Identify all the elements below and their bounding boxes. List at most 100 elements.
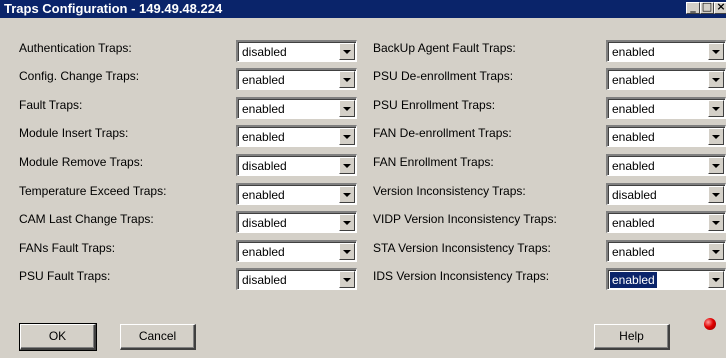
trap-label: Module Insert Traps: [19, 126, 129, 140]
trap-select-fans-fault[interactable]: enabled [236, 240, 357, 262]
trap-select-temperature-exceed[interactable]: enabled [236, 183, 357, 205]
trap-label: FAN De-enrollment Traps: [373, 126, 512, 140]
trap-select-fan-enrollment[interactable]: enabled [606, 154, 726, 176]
trap-row-ids-version-inconsistency: IDS Version Inconsistency Traps: enabled [360, 268, 726, 290]
maximize-button[interactable]: □ [700, 0, 714, 14]
chevron-down-icon [712, 250, 720, 254]
chevron-down-icon [343, 135, 351, 139]
cancel-button-label: Cancel [138, 329, 177, 343]
dropdown-button[interactable] [339, 157, 355, 174]
chevron-down-icon [712, 278, 720, 282]
trap-row-psu-de-enrollment: PSU De-enrollment Traps: enabled [360, 68, 726, 90]
trap-select-psu-de-enrollment[interactable]: enabled [606, 68, 726, 90]
chevron-down-icon [343, 278, 351, 282]
trap-label: STA Version Inconsistency Traps: [373, 241, 551, 255]
trap-select-value: enabled [612, 73, 655, 87]
trap-select-value: enabled [612, 102, 655, 116]
ok-button-label: OK [48, 329, 67, 343]
trap-select-version-inconsistency[interactable]: disabled [606, 183, 726, 205]
dropdown-button[interactable] [708, 43, 724, 60]
trap-label: Module Remove Traps: [19, 155, 144, 169]
trap-select-value: enabled [612, 45, 655, 59]
trap-select-ids-version-inconsistency[interactable]: enabled [606, 268, 726, 290]
chevron-down-icon [343, 50, 351, 54]
trap-label: Fault Traps: [19, 98, 83, 112]
trap-select-value: disabled [242, 216, 287, 230]
trap-label: Config. Change Traps: [19, 69, 140, 83]
trap-label: PSU Enrollment Traps: [373, 98, 496, 112]
dropdown-button[interactable] [708, 214, 724, 231]
trap-label: Authentication Traps: [19, 41, 132, 55]
dropdown-button[interactable] [339, 43, 355, 60]
trap-select-backup-agent-fault[interactable]: enabled [606, 40, 726, 62]
trap-select-value: disabled [612, 188, 657, 202]
status-led-icon [704, 318, 716, 330]
trap-select-fault[interactable]: enabled [236, 97, 357, 119]
dropdown-button[interactable] [339, 243, 355, 260]
trap-label: Temperature Exceed Traps: [19, 184, 167, 198]
dropdown-button[interactable] [708, 71, 724, 88]
dropdown-button[interactable] [339, 271, 355, 288]
trap-row-fan-enrollment: FAN Enrollment Traps: enabled [360, 154, 726, 176]
trap-row-backup-agent-fault: BackUp Agent Fault Traps: enabled [360, 40, 726, 62]
trap-label: VIDP Version Inconsistency Traps: [373, 212, 557, 226]
minimize-icon: _ [690, 0, 696, 13]
chevron-down-icon [343, 193, 351, 197]
dropdown-button[interactable] [708, 157, 724, 174]
cancel-button[interactable]: Cancel [120, 324, 196, 350]
trap-select-fan-de-enrollment[interactable]: enabled [606, 125, 726, 147]
chevron-down-icon [343, 221, 351, 225]
trap-label: Version Inconsistency Traps: [373, 184, 526, 198]
title-bar[interactable]: Traps Configuration - 149.49.48.224 _ □ … [0, 0, 726, 18]
dropdown-button[interactable] [339, 128, 355, 145]
trap-select-value: disabled [242, 159, 287, 173]
trap-row-version-inconsistency: Version Inconsistency Traps: disabled [360, 183, 726, 205]
trap-select-value: disabled [242, 45, 287, 59]
trap-select-value: enabled [242, 130, 285, 144]
trap-label: BackUp Agent Fault Traps: [373, 41, 516, 55]
chevron-down-icon [343, 164, 351, 168]
chevron-down-icon [343, 250, 351, 254]
chevron-down-icon [712, 193, 720, 197]
window-title: Traps Configuration - 149.49.48.224 [4, 1, 223, 16]
dropdown-button[interactable] [708, 100, 724, 117]
minimize-button[interactable]: _ [686, 0, 700, 14]
chevron-down-icon [712, 221, 720, 225]
trap-row-authentication: Authentication Traps: disabled [0, 40, 360, 62]
trap-select-module-insert[interactable]: enabled [236, 125, 357, 147]
help-button-label: Help [619, 329, 644, 343]
trap-row-fans-fault: FANs Fault Traps: enabled [0, 240, 360, 262]
trap-label: PSU Fault Traps: [19, 269, 111, 283]
trap-row-psu-fault: PSU Fault Traps: disabled [0, 268, 360, 290]
trap-select-cam-last-change[interactable]: disabled [236, 211, 357, 233]
trap-label: IDS Version Inconsistency Traps: [373, 269, 550, 283]
trap-label: CAM Last Change Traps: [19, 212, 154, 226]
trap-select-value: enabled [242, 245, 285, 259]
chevron-down-icon [343, 78, 351, 82]
dropdown-button[interactable] [708, 271, 724, 288]
dropdown-button[interactable] [708, 128, 724, 145]
trap-label: FAN Enrollment Traps: [373, 155, 494, 169]
trap-select-authentication[interactable]: disabled [236, 40, 357, 62]
dropdown-button[interactable] [708, 243, 724, 260]
dropdown-button[interactable] [339, 100, 355, 117]
trap-row-module-insert: Module Insert Traps: enabled [0, 125, 360, 147]
trap-select-value: enabled [612, 216, 655, 230]
help-button[interactable]: Help [594, 324, 670, 350]
trap-row-fan-de-enrollment: FAN De-enrollment Traps: enabled [360, 125, 726, 147]
trap-select-value: enabled [242, 188, 285, 202]
dropdown-button[interactable] [339, 71, 355, 88]
trap-select-psu-enrollment[interactable]: enabled [606, 97, 726, 119]
close-button[interactable]: × [714, 0, 726, 14]
dropdown-button[interactable] [708, 186, 724, 203]
dropdown-button[interactable] [339, 214, 355, 231]
ok-button[interactable]: OK [19, 323, 97, 351]
trap-select-sta-version-inconsistency[interactable]: enabled [606, 240, 726, 262]
trap-select-module-remove[interactable]: disabled [236, 154, 357, 176]
trap-select-value: enabled [612, 159, 655, 173]
trap-select-config-change[interactable]: enabled [236, 68, 357, 90]
trap-select-psu-fault[interactable]: disabled [236, 268, 357, 290]
trap-select-vidp-version-inconsistency[interactable]: enabled [606, 211, 726, 233]
trap-row-sta-version-inconsistency: STA Version Inconsistency Traps: enabled [360, 240, 726, 262]
dropdown-button[interactable] [339, 186, 355, 203]
